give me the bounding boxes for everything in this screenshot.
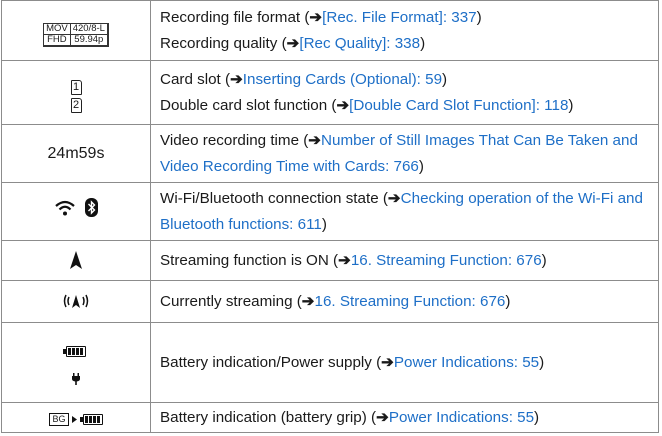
icon-cell: MOV 420/8-L FHD 59.94p	[1, 0, 151, 61]
arrow-icon: ➔	[301, 292, 315, 310]
description-cell: Recording file format (➔[Rec. File Forma…	[150, 0, 659, 61]
battery-grip-label: BG	[49, 412, 69, 426]
icon-cell: 24m59s	[1, 124, 151, 183]
reference-link[interactable]: [Rec. File Format]: 337	[322, 9, 476, 26]
description-text: )	[418, 157, 424, 175]
description-text: Battery indication (battery grip) (	[160, 408, 377, 426]
description-text: Recording file format (	[160, 8, 310, 26]
icon-cell	[1, 240, 151, 281]
description-text: )	[539, 353, 545, 371]
arrow-icon: ➔	[381, 353, 394, 371]
table-row: 1 2 Card slot (➔Inserting Cards (Optiona…	[1, 60, 659, 125]
description-line: Double card slot function (➔[Double Card…	[160, 93, 652, 119]
grip-arrow-icon	[71, 415, 77, 423]
description-text: )	[442, 70, 448, 88]
description-cell: Currently streaming (➔16. Streaming Func…	[150, 280, 659, 323]
wifi-icon	[54, 200, 75, 216]
arrow-icon: ➔	[376, 408, 389, 426]
description-cell: Streaming function is ON (➔16. Streaming…	[150, 240, 659, 281]
description-text: Card slot (	[160, 70, 231, 88]
icon-reference-table: MOV 420/8-L FHD 59.94p Recording file fo…	[1, 0, 659, 433]
currently-streaming-icon	[63, 295, 89, 309]
streaming-on-icon	[70, 251, 82, 270]
description-text: Streaming function is ON (	[160, 251, 339, 269]
description-text: )	[420, 34, 426, 52]
description-text: )	[476, 8, 482, 26]
description-text: Currently streaming (	[160, 292, 302, 310]
power-plug-icon	[72, 373, 80, 385]
table-row: MOV 420/8-L FHD 59.94p Recording file fo…	[1, 0, 659, 61]
arrow-icon: ➔	[309, 8, 323, 26]
description-line: Card slot (➔Inserting Cards (Optional): …	[160, 67, 652, 93]
reference-link[interactable]: Inserting Cards (Optional): 59	[243, 71, 442, 88]
card-slot-2-icon: 2	[70, 97, 82, 113]
reference-link[interactable]: [Double Card Slot Function]: 118	[349, 97, 568, 114]
description-text: Battery indication/Power supply (	[160, 353, 382, 371]
description-cell: Card slot (➔Inserting Cards (Optional): …	[150, 60, 659, 125]
mov-420-fhd-icon: MOV 420/8-L FHD 59.94p	[43, 23, 109, 47]
table-row: BG Battery indication (battery grip) (➔P…	[1, 402, 659, 433]
description-line: Streaming function is ON (➔16. Streaming…	[160, 248, 652, 274]
description-cell: Wi-Fi/Bluetooth connection state (➔Check…	[150, 182, 659, 241]
wifi-bluetooth-icon	[54, 198, 98, 218]
description-line: Currently streaming (➔16. Streaming Func…	[160, 289, 652, 315]
description-text: )	[534, 408, 540, 426]
icon-cell: BG	[1, 402, 151, 433]
reference-link[interactable]: [Rec Quality]: 338	[299, 35, 420, 52]
description-text: Wi-Fi/Bluetooth connection state (	[160, 189, 388, 207]
icon-label: FHD	[43, 34, 71, 46]
recording-time-text: 24m59s	[47, 144, 105, 162]
table-row: Currently streaming (➔16. Streaming Func…	[1, 280, 659, 323]
battery-power-icon	[63, 346, 86, 385]
table-row: Wi-Fi/Bluetooth connection state (➔Check…	[1, 182, 659, 241]
table-row: 24m59s Video recording time (➔Number of …	[1, 124, 659, 183]
description-line: Battery indication (battery grip) (➔Powe…	[160, 405, 652, 431]
table-row: Battery indication/Power supply (➔Power …	[1, 322, 659, 403]
arrow-icon: ➔	[308, 131, 322, 149]
icon-cell	[1, 280, 151, 323]
description-line: Recording file format (➔[Rec. File Forma…	[160, 5, 652, 31]
description-line: Wi-Fi/Bluetooth connection state (➔Check…	[160, 186, 652, 238]
description-text: )	[541, 251, 547, 269]
arrow-icon: ➔	[338, 251, 351, 269]
description-cell: Battery indication/Power supply (➔Power …	[150, 322, 659, 403]
table-row: Streaming function is ON (➔16. Streaming…	[1, 240, 659, 281]
card-slot-1-icon: 1	[70, 79, 82, 95]
description-text: )	[321, 215, 327, 233]
arrow-icon: ➔	[387, 189, 401, 207]
description-text: )	[505, 292, 511, 310]
reference-link[interactable]: 16. Streaming Function: 676	[351, 252, 542, 269]
description-text: Recording quality (	[160, 34, 287, 52]
icon-cell: 1 2	[1, 60, 151, 125]
reference-link[interactable]: 16. Streaming Function: 676	[315, 293, 506, 310]
description-line: Recording quality (➔[Rec Quality]: 338)	[160, 31, 652, 57]
description-cell: Battery indication (battery grip) (➔Powe…	[150, 402, 659, 433]
battery-grip-icon: BG	[49, 412, 103, 426]
description-line: Battery indication/Power supply (➔Power …	[160, 350, 652, 376]
arrow-icon: ➔	[230, 70, 243, 88]
description-line: Video recording time (➔Number of Still I…	[160, 128, 652, 180]
icon-label: 59.94p	[69, 34, 108, 46]
description-text: Video recording time (	[160, 131, 309, 149]
icon-cell	[1, 182, 151, 241]
description-cell: Video recording time (➔Number of Still I…	[150, 124, 659, 183]
description-text: Double card slot function (	[160, 96, 337, 114]
battery-icon	[63, 346, 86, 357]
bluetooth-icon	[84, 198, 98, 218]
reference-link[interactable]: Power Indications: 55	[394, 354, 539, 371]
description-text: )	[568, 96, 574, 114]
arrow-icon: ➔	[336, 96, 350, 114]
icon-cell	[1, 322, 151, 403]
arrow-icon: ➔	[286, 34, 300, 52]
card-slot-icon: 1 2	[70, 79, 82, 113]
reference-link[interactable]: Power Indications: 55	[389, 409, 534, 426]
battery-icon	[79, 413, 103, 425]
